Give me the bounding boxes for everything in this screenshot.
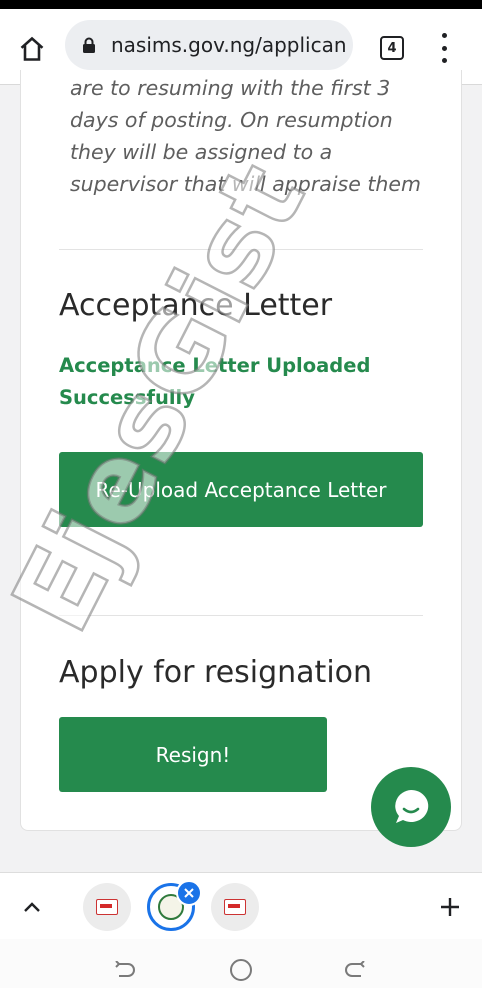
tab-thumbnail[interactable]	[211, 883, 259, 931]
content-card: are to resuming with the first 3 days of…	[20, 70, 462, 831]
divider	[59, 615, 423, 616]
lock-icon	[82, 37, 96, 58]
resignation-heading: Apply for resignation	[59, 655, 373, 690]
acceptance-letter-heading: Acceptance Letter	[59, 288, 333, 323]
home-nav-icon[interactable]	[230, 959, 252, 981]
home-icon[interactable]	[14, 31, 50, 67]
tab-strip	[0, 872, 482, 940]
acceptance-status-text: Acceptance Letter Uploaded Successfully	[59, 354, 371, 409]
more-vert-icon[interactable]	[438, 33, 450, 63]
tab-thumbnail[interactable]	[83, 883, 131, 931]
site-favicon	[96, 899, 118, 915]
address-bar[interactable]: nasims.gov.ng/applicant	[65, 20, 353, 70]
status-bar	[0, 0, 482, 9]
chevron-up-icon[interactable]	[18, 893, 46, 921]
recents-nav-icon[interactable]	[345, 960, 367, 983]
reupload-acceptance-letter-button[interactable]: Re-Upload Acceptance Letter	[59, 452, 423, 527]
back-nav-icon[interactable]	[113, 960, 135, 983]
posting-info-text: are to resuming with the first 3 days of…	[70, 76, 421, 196]
plus-icon[interactable]	[436, 893, 464, 921]
url-text: nasims.gov.ng/applicant	[111, 33, 347, 57]
tab-switcher-button[interactable]: 4	[380, 36, 404, 60]
close-icon[interactable]	[176, 880, 202, 906]
divider	[59, 249, 423, 250]
site-favicon	[224, 899, 246, 915]
system-nav-bar	[0, 939, 482, 988]
chat-bubble-icon[interactable]	[371, 767, 451, 847]
resign-button[interactable]: Resign!	[59, 717, 327, 792]
